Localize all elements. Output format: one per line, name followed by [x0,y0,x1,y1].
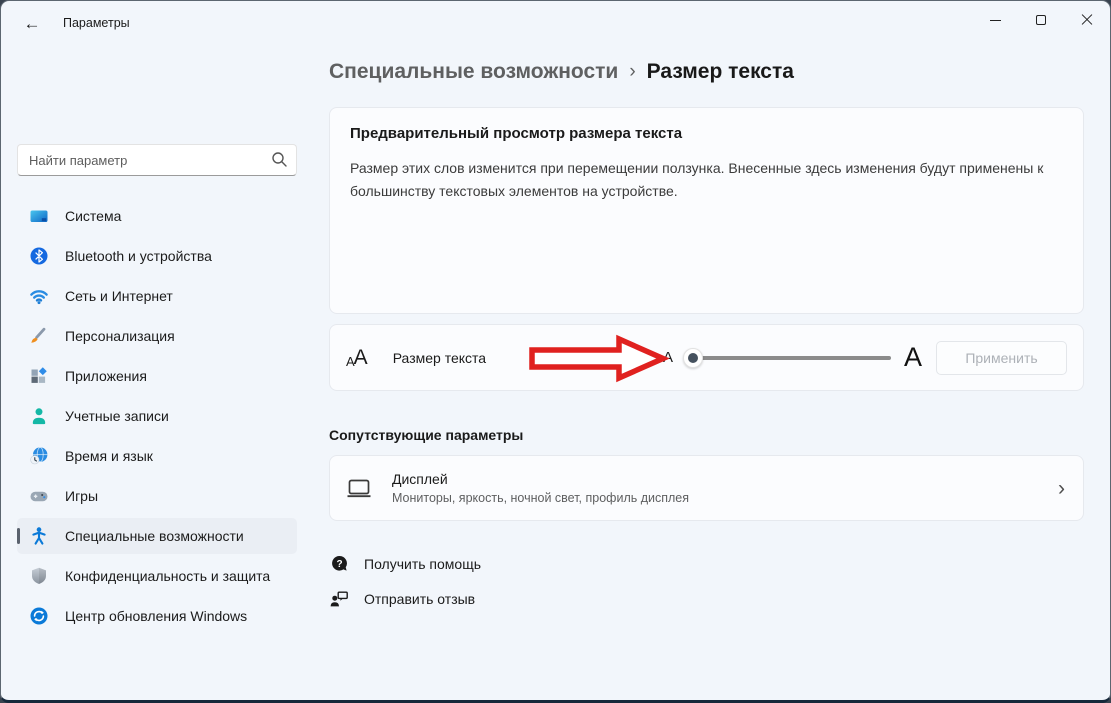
display-subtitle: Мониторы, яркость, ночной свет, профиль … [392,491,689,505]
slider-thumb[interactable] [683,348,703,368]
slider-min-label: A [663,349,673,366]
sidebar-item-label: Специальные возможности [65,528,244,544]
sidebar-item-label: Конфиденциальность и защита [65,568,270,584]
send-feedback-label: Отправить отзыв [364,591,475,607]
sidebar-item-windows-update[interactable]: Центр обновления Windows [17,598,297,634]
window-title: Параметры [63,16,130,30]
back-arrow-icon: ← [24,14,41,34]
get-help-link[interactable]: ? Получить помощь [329,554,481,574]
system-icon [29,206,49,226]
footer-links: ? Получить помощь Отправить отзыв [329,554,1084,609]
search-box [17,144,297,176]
sidebar-item-system[interactable]: Система [17,198,297,234]
minimize-button[interactable] [972,1,1018,39]
close-icon [1081,14,1093,26]
text-size-aa-icon: AA [346,347,368,368]
svg-text:?: ? [336,559,342,570]
main-content: Специальные возможности › Размер текста … [313,46,1110,697]
help-icon: ? [329,554,349,574]
text-size-label: Размер текста [393,350,486,366]
preview-card-description: Размер этих слов изменится при перемещен… [350,157,1055,202]
display-title: Дисплей [392,471,689,487]
sidebar-item-accessibility[interactable]: Специальные возможности [17,518,297,554]
sidebar-item-label: Приложения [65,368,147,384]
sidebar-item-apps[interactable]: Приложения [17,358,297,394]
text-size-slider[interactable] [686,356,891,360]
windows-update-icon [29,606,49,626]
send-feedback-link[interactable]: Отправить отзыв [329,589,475,609]
window-controls [972,1,1110,39]
apply-button[interactable]: Применить [936,341,1067,375]
preview-card-title: Предварительный просмотр размера текста [350,125,1063,142]
apps-icon [29,366,49,386]
close-button[interactable] [1064,1,1110,39]
red-arrow-annotation [527,334,669,384]
text-size-preview-card: Предварительный просмотр размера текста … [329,107,1084,314]
personalization-brush-icon [29,326,49,346]
sidebar-item-gaming[interactable]: Игры [17,478,297,514]
maximize-icon [1036,15,1046,25]
titlebar: ← Параметры [1,1,1110,46]
minimize-icon [990,20,1001,21]
display-settings-row[interactable]: Дисплей Мониторы, яркость, ночной свет, … [329,455,1084,521]
sidebar-item-time-language[interactable]: Время и язык [17,438,297,474]
accounts-person-icon [29,406,49,426]
get-help-label: Получить помощь [364,556,481,572]
page-title: Размер текста [647,60,794,84]
time-language-icon [29,446,49,466]
search-icon [271,151,288,168]
sidebar-item-label: Центр обновления Windows [65,608,247,624]
text-size-setting-row: AA Размер текста A A Применить [329,324,1084,391]
sidebar-item-label: Учетные записи [65,408,169,424]
sidebar-item-label: Персонализация [65,328,175,344]
display-text: Дисплей Мониторы, яркость, ночной свет, … [392,471,689,505]
text-size-slider-zone: A A Применить [663,341,1067,375]
slider-max-label: A [904,342,922,373]
sidebar-item-label: Время и язык [65,448,153,464]
network-wifi-icon [29,286,49,306]
related-settings-heading: Сопутствующие параметры [329,427,1084,443]
sidebar-item-bluetooth[interactable]: Bluetooth и устройства [17,238,297,274]
sidebar-item-accounts[interactable]: Учетные записи [17,398,297,434]
maximize-button[interactable] [1018,1,1064,39]
privacy-shield-icon [29,566,49,586]
back-button[interactable]: ← [15,9,49,39]
accessibility-icon [29,526,49,546]
sidebar-item-label: Система [65,208,121,224]
sidebar-item-label: Bluetooth и устройства [65,248,212,264]
breadcrumb: Специальные возможности › Размер текста [329,60,1084,84]
display-icon [346,476,372,500]
search-input[interactable] [17,144,297,176]
settings-window: ← Параметры [0,0,1111,703]
chevron-right-icon: › [1058,478,1065,499]
sidebar-item-network[interactable]: Сеть и Интернет [17,278,297,314]
sidebar-nav: Система Bluetooth и устройства [17,198,297,634]
sidebar-item-personalization[interactable]: Персонализация [17,318,297,354]
feedback-icon [329,589,349,609]
bluetooth-icon [29,246,49,266]
sidebar-item-label: Сеть и Интернет [65,288,173,304]
sidebar: Система Bluetooth и устройства [1,46,313,697]
sidebar-item-label: Игры [65,488,98,504]
breadcrumb-separator-icon: › [629,61,635,83]
breadcrumb-parent[interactable]: Специальные возможности [329,60,618,84]
sidebar-item-privacy[interactable]: Конфиденциальность и защита [17,558,297,594]
games-gamepad-icon [29,486,49,506]
